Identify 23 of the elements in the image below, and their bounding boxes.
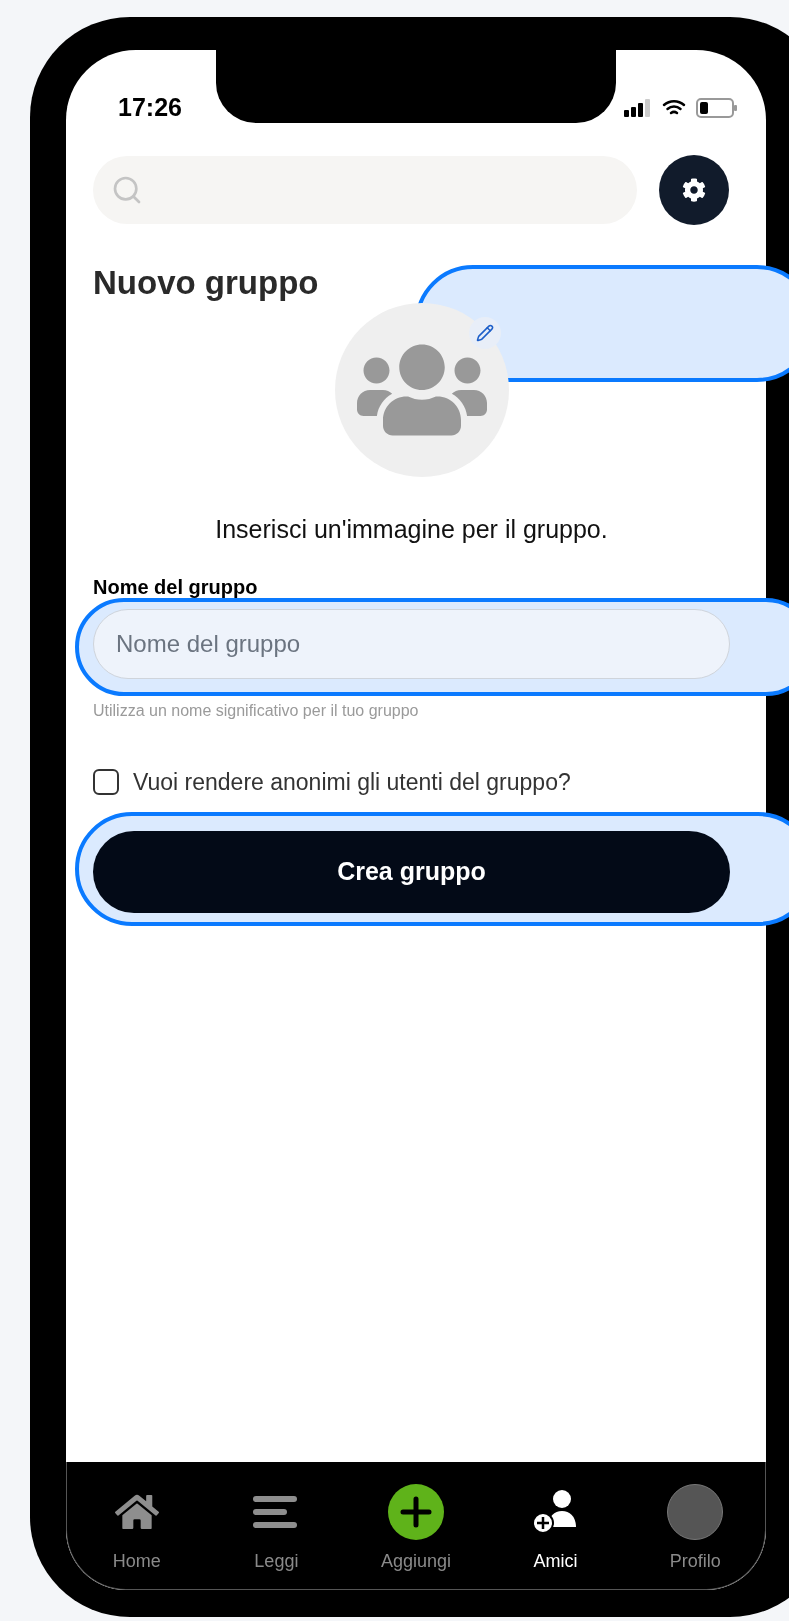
image-prompt-text: Inserisci un'immagine per il gruppo. [214, 514, 609, 545]
plus-circle-icon [388, 1484, 444, 1540]
pencil-icon [475, 324, 494, 342]
nav-tab[interactable]: Leggi [221, 1482, 332, 1575]
field-label: Nome del gruppo [93, 574, 259, 599]
settings-icon [682, 178, 706, 202]
nav-tab[interactable]: Home [81, 1482, 192, 1575]
nav-tab[interactable]: Amici [500, 1482, 611, 1575]
search-icon [111, 174, 143, 206]
create-group-button[interactable]: Crea gruppo [93, 831, 730, 913]
checkbox-label: Vuoi rendere anonimi gli utenti del gruppo? [133, 767, 571, 797]
group-name-input[interactable]: Nome del gruppo [93, 608, 730, 679]
wifi-icon [662, 98, 686, 117]
status-time: 17:26 [118, 91, 182, 123]
nav-tab[interactable]: Aggiungi [361, 1482, 471, 1575]
field-hint: Utilizza un nome significativo per il tuo gruppo [93, 700, 419, 721]
anonymous-checkbox[interactable] [93, 768, 119, 795]
menu-icon [253, 1494, 300, 1530]
nav-tab[interactable]: Profilo [640, 1482, 751, 1575]
battery-icon [696, 97, 738, 118]
page-title: Nuovo gruppo [93, 263, 320, 303]
edit-icon-badge[interactable] [468, 317, 501, 349]
signal-icon [624, 98, 652, 117]
